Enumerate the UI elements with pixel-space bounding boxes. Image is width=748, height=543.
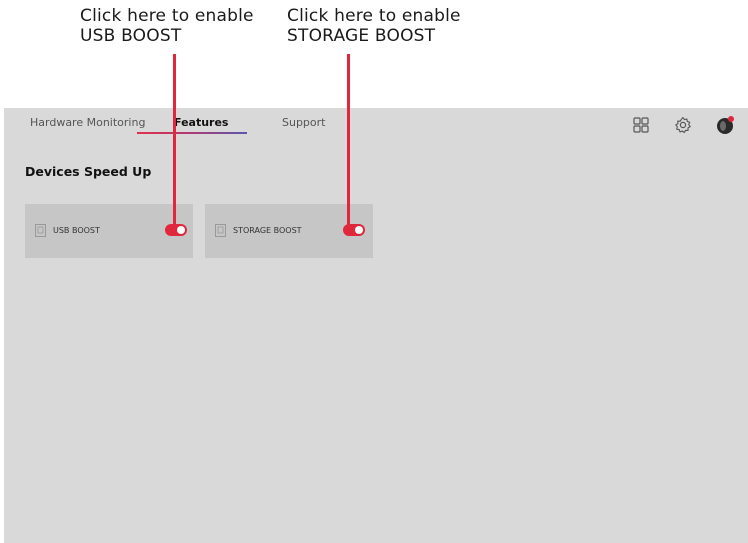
callout-line: STORAGE BOOST: [287, 26, 436, 46]
callout-line: USB BOOST: [80, 26, 182, 46]
toggle-knob: [177, 226, 185, 234]
usb-boost-label: USB BOOST: [53, 226, 100, 235]
app-window: Hardware Monitoring Features Support Dev…: [4, 108, 748, 543]
storage-boost-icon: [215, 224, 226, 237]
tab-support[interactable]: Support: [282, 116, 325, 129]
callout-line: Click here to enable: [80, 6, 254, 26]
usb-boost-icon: [35, 224, 46, 237]
section-title: Devices Speed Up: [25, 164, 152, 179]
tab-hardware-monitoring[interactable]: Hardware Monitoring: [30, 116, 145, 129]
tab-features[interactable]: Features: [174, 116, 228, 129]
callout-line: Click here to enable: [287, 6, 461, 26]
usb-boost-callout: Click here to enable USB BOOST: [80, 6, 254, 46]
storage-boost-label: STORAGE BOOST: [233, 226, 302, 235]
storage-boost-callout: Click here to enable STORAGE BOOST: [287, 6, 461, 46]
toggle-knob: [355, 226, 363, 234]
storage-boost-pointer-line: [347, 54, 350, 234]
active-tab-indicator: [137, 132, 247, 134]
usb-boost-card: USB BOOST: [25, 204, 193, 258]
gear-icon[interactable]: [674, 116, 692, 134]
grid-icon[interactable]: [632, 116, 650, 134]
usb-boost-toggle[interactable]: [165, 224, 187, 236]
avatar[interactable]: [715, 115, 735, 135]
tab-features-label: Features: [174, 116, 229, 129]
usb-boost-pointer-line: [173, 54, 176, 234]
